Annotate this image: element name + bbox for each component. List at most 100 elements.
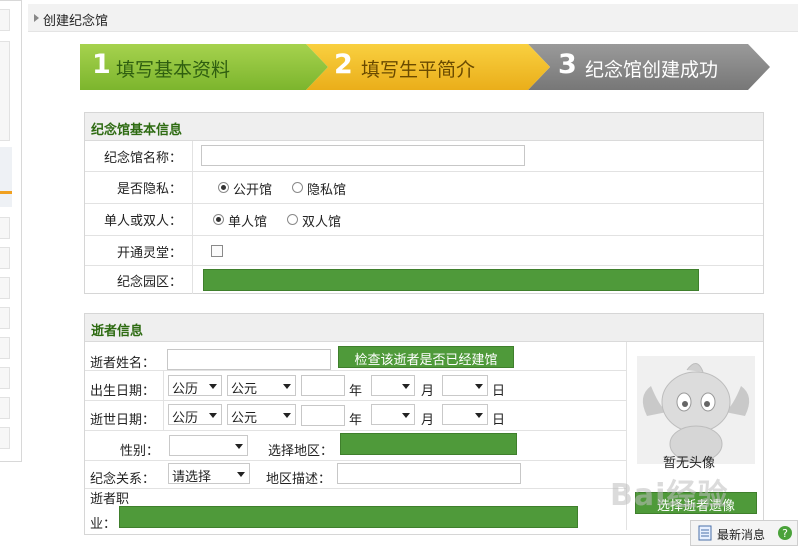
section-title: 逝者信息 xyxy=(85,314,763,342)
field-label: 出生日期： xyxy=(90,384,156,399)
memorial-park-selector[interactable] xyxy=(203,269,699,291)
field-label: 选择地区： xyxy=(268,444,334,459)
open-hall-checkbox[interactable] xyxy=(211,245,223,257)
private-radio[interactable] xyxy=(292,182,303,193)
death-calendar-select[interactable]: 公历 xyxy=(168,404,222,426)
sidebar-highlight xyxy=(0,147,12,207)
birth-month-select[interactable] xyxy=(371,375,415,396)
sidebar-item[interactable] xyxy=(0,367,10,389)
triangle-right-icon xyxy=(34,14,39,22)
step-number: 3 xyxy=(558,49,577,80)
news-label: 最新消息 xyxy=(717,528,766,542)
field-label: 逝世日期： xyxy=(90,413,156,428)
chevron-down-icon xyxy=(235,444,243,449)
field-label: 纪念馆名称： xyxy=(85,141,193,171)
gender-select[interactable] xyxy=(169,435,248,456)
chevron-down-icon xyxy=(283,413,291,418)
field-label: 是否隐私： xyxy=(85,172,193,203)
birth-day-select[interactable] xyxy=(442,375,488,396)
field-label: 性别： xyxy=(120,444,160,459)
region-selector[interactable] xyxy=(340,433,517,455)
death-day-select[interactable] xyxy=(442,404,488,425)
section-title: 纪念馆基本信息 xyxy=(85,113,763,141)
field-label: 单人或双人： xyxy=(85,204,193,235)
birth-calendar-select[interactable]: 公历 xyxy=(168,375,222,397)
field-label: 逝者职 xyxy=(90,492,130,507)
sidebar-accent xyxy=(0,191,12,194)
double-radio[interactable] xyxy=(287,214,298,225)
death-year-input[interactable] xyxy=(301,405,345,426)
sidebar-item[interactable] xyxy=(0,397,10,419)
hall-row: 开通灵堂： xyxy=(85,236,763,266)
step-label: 纪念馆创建成功 xyxy=(585,59,719,81)
sidebar-item[interactable] xyxy=(0,307,10,329)
chevron-down-icon xyxy=(475,384,483,389)
step-3: 3 纪念馆创建成功 xyxy=(528,44,770,90)
chevron-down-icon xyxy=(237,472,245,477)
page-header: 创建纪念馆 xyxy=(28,4,798,32)
field-label: 逝者姓名： xyxy=(90,356,156,371)
sidebar-item[interactable] xyxy=(0,427,10,449)
sidebar-item[interactable] xyxy=(0,41,10,141)
region-description-input[interactable] xyxy=(337,463,521,484)
avatar-caption: 暂无头像 xyxy=(663,456,716,471)
step-number: 2 xyxy=(334,49,353,80)
public-radio[interactable] xyxy=(218,182,229,193)
chevron-down-icon xyxy=(209,384,217,389)
help-icon[interactable]: ? xyxy=(777,525,793,541)
avatar-placeholder xyxy=(637,356,755,464)
chevron-down-icon xyxy=(209,413,217,418)
field-label: 地区描述： xyxy=(266,472,332,487)
unit-label: 日 xyxy=(492,384,506,399)
field-label: 业： xyxy=(90,517,117,532)
chevron-down-icon xyxy=(475,413,483,418)
sidebar-item[interactable] xyxy=(0,247,10,269)
single-radio[interactable] xyxy=(213,214,224,225)
occupation-selector[interactable] xyxy=(119,506,578,528)
name-row: 纪念馆名称： xyxy=(85,141,763,172)
memorial-name-input[interactable] xyxy=(201,145,525,166)
radio-label: 隐私馆 xyxy=(307,183,347,198)
radio-label: 单人馆 xyxy=(228,215,268,230)
death-month-select[interactable] xyxy=(371,404,415,425)
sidebar-item[interactable] xyxy=(0,337,10,359)
mascot-icon xyxy=(642,363,750,463)
step-label: 填写基本资料 xyxy=(116,59,231,81)
type-row: 单人或双人： 单人馆 双人馆 xyxy=(85,204,763,236)
death-era-select[interactable]: 公元 xyxy=(227,404,296,426)
radio-label: 公开馆 xyxy=(233,183,273,198)
step-number: 1 xyxy=(92,49,111,80)
step-2: 2 填写生平简介 xyxy=(306,44,528,90)
left-sidebar-strip xyxy=(0,0,22,462)
check-memorial-button[interactable]: 检查该逝者是否已经建馆 xyxy=(338,346,514,368)
svg-text:?: ? xyxy=(782,527,788,540)
chevron-down-icon xyxy=(402,413,410,418)
watermark: Bai经验 xyxy=(610,478,729,513)
unit-label: 月 xyxy=(421,413,435,428)
unit-label: 年 xyxy=(349,413,363,428)
unit-label: 日 xyxy=(492,413,506,428)
relation-select[interactable]: 请选择 xyxy=(168,463,250,485)
birth-year-input[interactable] xyxy=(301,375,345,396)
park-row: 纪念园区： xyxy=(85,266,763,294)
field-label: 纪念关系： xyxy=(90,472,156,487)
field-label: 纪念园区： xyxy=(85,266,193,294)
chevron-down-icon xyxy=(283,384,291,389)
page-title: 创建纪念馆 xyxy=(43,14,109,29)
step-1: 1 填写基本资料 xyxy=(80,44,306,90)
privacy-row: 是否隐私： 公开馆 隐私馆 xyxy=(85,172,763,204)
news-button[interactable]: 最新消息 ? xyxy=(690,520,798,546)
sidebar-item[interactable] xyxy=(0,277,10,299)
document-icon xyxy=(698,525,712,541)
basic-info-section: 纪念馆基本信息 纪念馆名称： 是否隐私： 公开馆 隐私馆 单人或双人： 单人馆 … xyxy=(84,112,764,294)
deceased-name-input[interactable] xyxy=(167,349,331,370)
unit-label: 年 xyxy=(349,384,363,399)
chevron-down-icon xyxy=(402,384,410,389)
birth-era-select[interactable]: 公元 xyxy=(227,375,296,397)
radio-label: 双人馆 xyxy=(302,215,342,230)
progress-steps: 1 填写基本资料 2 填写生平简介 3 纪念馆创建成功 xyxy=(80,44,770,90)
field-label: 开通灵堂： xyxy=(85,236,193,265)
sidebar-item[interactable] xyxy=(0,9,10,31)
sidebar-item[interactable] xyxy=(0,217,10,239)
step-label: 填写生平简介 xyxy=(361,59,476,81)
